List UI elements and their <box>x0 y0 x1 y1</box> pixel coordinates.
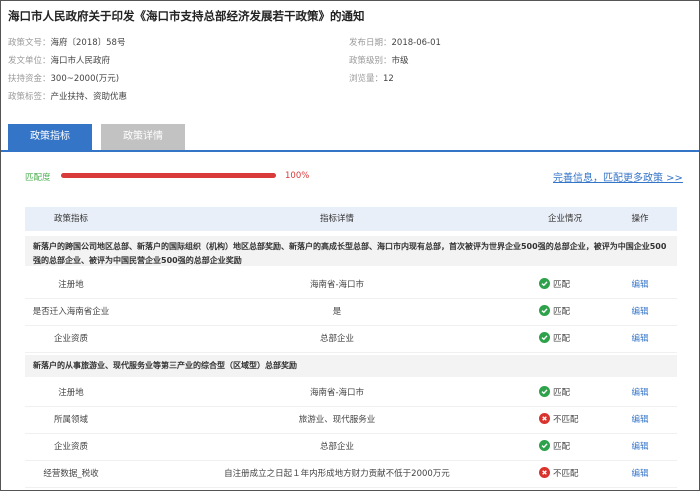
row-status: 匹配 <box>525 380 605 407</box>
row-indicator: 所属领域 <box>53 415 88 425</box>
check-circle-icon <box>539 305 550 316</box>
row-edit-link[interactable]: 编辑 <box>623 434 657 461</box>
row-status-text: 不匹配 <box>553 415 579 425</box>
row-status: 匹配 <box>525 326 605 353</box>
row-edit-link[interactable]: 编辑 <box>623 326 657 353</box>
row-detail: 总部企业 <box>319 442 354 452</box>
match-degree-label: 匹配度 <box>25 173 51 183</box>
row-edit-link[interactable]: 编辑 <box>623 461 657 488</box>
tab-policy-details[interactable]: 政策详情 <box>101 124 185 150</box>
row-status-text: 匹配 <box>553 280 571 290</box>
meta-issuer-value: 海口市人民政府 <box>50 56 111 66</box>
row-status: 匹配 <box>525 272 605 299</box>
page-title: 海口市人民政府关于印发《海口市支持总部经济发展若干政策》的通知 <box>8 9 365 23</box>
row-status: 不匹配 <box>525 461 605 488</box>
meta-doc-no: 政策文号：海府〔2018〕58号 <box>8 36 125 48</box>
row-status-text: 匹配 <box>553 388 571 398</box>
header-action: 操作 <box>631 214 649 224</box>
row-edit-link[interactable]: 编辑 <box>623 272 657 299</box>
row-status: 匹配 <box>525 299 605 326</box>
meta-issuer: 发文单位：海口市人民政府 <box>8 54 110 66</box>
match-percent: 100% <box>285 171 310 181</box>
group-title: 新落户的从事旅游业、现代服务业等第三产业的综合型（区域型）总部奖励 <box>25 355 677 377</box>
meta-tags-value: 产业扶持、资助优惠 <box>50 92 128 102</box>
meta-views: 浏览量：12 <box>349 72 394 84</box>
row-detail: 旅游业、现代服务业 <box>298 415 376 425</box>
complete-info-link[interactable]: 完善信息，匹配更多政策 >> <box>553 169 683 184</box>
meta-level: 政策级别：市级 <box>349 54 409 66</box>
row-edit-link[interactable]: 编辑 <box>623 380 657 407</box>
table-row: 是否迁入海南省企业 是 匹配 编辑 <box>25 299 677 326</box>
row-detail: 海南省-海口市 <box>309 280 365 290</box>
row-edit-link[interactable]: 编辑 <box>623 407 657 434</box>
match-progress-bar <box>61 173 276 178</box>
policy-detail-page: 海口市人民政府关于印发《海口市支持总部经济发展若干政策》的通知 政策文号：海府〔… <box>0 0 700 491</box>
meta-views-value: 12 <box>383 74 394 84</box>
row-status-text: 匹配 <box>553 334 571 344</box>
x-circle-icon <box>539 467 550 478</box>
row-indicator: 企业资质 <box>53 334 88 344</box>
row-detail: 自注册成立之日起１年内形成地方财力贡献不低于2000万元 <box>224 469 450 479</box>
tab-underline <box>1 150 699 152</box>
row-indicator: 经营数据_税收 <box>43 469 99 479</box>
check-circle-icon <box>539 332 550 343</box>
meta-tags: 政策标签：产业扶持、资助优惠 <box>8 90 127 102</box>
header-indicator: 政策指标 <box>53 214 88 224</box>
row-status-text: 匹配 <box>553 307 571 317</box>
meta-publish-date-value: 2018-06-01 <box>391 38 441 48</box>
table-row: 企业资质 总部企业 匹配 编辑 <box>25 326 677 353</box>
table-row: 注册地 海南省-海口市 匹配 编辑 <box>25 272 677 299</box>
check-circle-icon <box>539 440 550 451</box>
row-indicator: 注册地 <box>58 280 84 290</box>
table-row: 注册地 海南省-海口市 匹配 编辑 <box>25 380 677 407</box>
check-circle-icon <box>539 386 550 397</box>
row-status: 不匹配 <box>525 407 605 434</box>
header-detail: 指标详情 <box>319 214 354 224</box>
meta-doc-no-value: 海府〔2018〕58号 <box>50 38 126 48</box>
meta-funding-label: 扶持资金： <box>8 74 51 84</box>
match-progress-fill <box>61 173 276 178</box>
row-indicator: 是否迁入海南省企业 <box>32 307 110 317</box>
meta-level-value: 市级 <box>391 56 409 66</box>
group-title: 新落户的跨国公司地区总部、新落户的国际组织（机构）地区总部奖励、新落户的高成长型… <box>25 236 677 266</box>
table-row: 所属领域 旅游业、现代服务业 不匹配 编辑 <box>25 407 677 434</box>
row-indicator: 注册地 <box>58 388 84 398</box>
table-row: 经营数据_税收 自注册成立之日起１年内形成地方财力贡献不低于2000万元 不匹配… <box>25 461 677 488</box>
meta-funding-value: 300~2000(万元) <box>50 74 120 84</box>
row-status-text: 不匹配 <box>553 469 579 479</box>
row-detail: 是 <box>332 307 342 317</box>
tab-policy-indicators[interactable]: 政策指标 <box>8 124 92 150</box>
check-circle-icon <box>539 278 550 289</box>
header-status: 企业情况 <box>547 214 582 224</box>
meta-level-label: 政策级别： <box>349 56 392 66</box>
meta-publish-date: 发布日期：2018-06-01 <box>349 36 441 48</box>
meta-tags-label: 政策标签： <box>8 92 51 102</box>
row-status: 匹配 <box>525 434 605 461</box>
row-detail: 总部企业 <box>319 334 354 344</box>
table-header: 政策指标 指标详情 企业情况 操作 <box>25 207 677 231</box>
table-row: 企业资质 总部企业 匹配 编辑 <box>25 434 677 461</box>
meta-views-label: 浏览量： <box>349 74 384 84</box>
meta-doc-no-label: 政策文号： <box>8 38 51 48</box>
row-detail: 海南省-海口市 <box>309 388 365 398</box>
meta-issuer-label: 发文单位： <box>8 56 51 66</box>
meta-publish-date-label: 发布日期： <box>349 38 392 48</box>
row-indicator: 企业资质 <box>53 442 88 452</box>
row-edit-link[interactable]: 编辑 <box>623 299 657 326</box>
x-circle-icon <box>539 413 550 424</box>
row-status-text: 匹配 <box>553 442 571 452</box>
meta-funding: 扶持资金：300~2000(万元) <box>8 72 119 84</box>
